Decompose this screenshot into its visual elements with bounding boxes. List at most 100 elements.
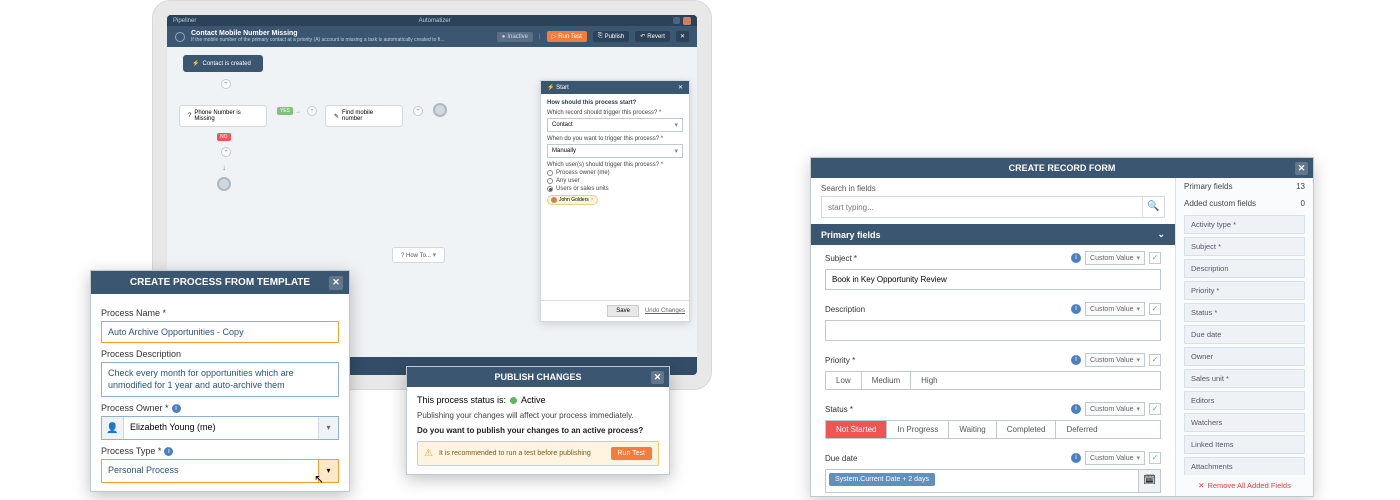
status-completed[interactable]: Completed — [997, 421, 1057, 438]
sidebar-field-item[interactable]: Due date — [1184, 325, 1305, 344]
custom-value-select[interactable]: Custom Value ▾ — [1085, 402, 1145, 416]
close-icon[interactable]: ✕ — [1295, 162, 1308, 175]
confirm-icon[interactable]: ✓ — [1149, 303, 1161, 315]
publish-changes-modal: PUBLISH CHANGES ✕ This process status is… — [406, 366, 670, 475]
radio-users-units[interactable]: Users or sales units — [547, 186, 683, 192]
sidebar-field-item[interactable]: Priority * — [1184, 281, 1305, 300]
radio-process-owner[interactable]: Process owner (me) — [547, 170, 683, 176]
status-value: Active — [521, 395, 546, 405]
process-desc-input[interactable]: Check every month for opportunities whic… — [101, 362, 339, 397]
start-question: How should this process start? — [547, 100, 683, 106]
process-owner-select[interactable]: 👤 Elizabeth Young (me) ▾ — [101, 416, 339, 440]
custom-value-select[interactable]: Custom Value ▾ — [1085, 353, 1145, 367]
status-deferred[interactable]: Deferred — [1056, 421, 1107, 438]
sidebar-field-item[interactable]: Watchers — [1184, 413, 1305, 432]
sidebar-field-item[interactable]: Subject * — [1184, 237, 1305, 256]
publish-modal-header: PUBLISH CHANGES ✕ — [407, 367, 669, 387]
trigger-user-label: Which user(s) should trigger this proces… — [547, 162, 683, 168]
crf-title: CREATE RECORD FORM — [1009, 163, 1116, 173]
process-type-select[interactable]: Personal Process ▾ ↖ — [101, 459, 339, 483]
custom-value-select[interactable]: Custom Value ▾ — [1085, 302, 1145, 316]
description-label: Description — [825, 305, 865, 314]
trigger-record-select[interactable]: Contact▾ — [547, 118, 683, 132]
undo-changes-link[interactable]: Undo Changes — [645, 308, 685, 314]
create-process-modal: CREATE PROCESS FROM TEMPLATE ✕ Process N… — [90, 270, 350, 492]
confirm-icon[interactable]: ✓ — [1149, 252, 1161, 264]
section-primary-fields[interactable]: Primary fields ⌄ — [811, 224, 1175, 245]
search-icon[interactable]: 🔍 — [1142, 197, 1164, 217]
custom-value-select[interactable]: Custom Value ▾ — [1085, 251, 1145, 265]
description-input[interactable] — [825, 320, 1161, 341]
publish-button[interactable]: ⎘ Publish — [593, 31, 630, 42]
end-node[interactable] — [433, 103, 447, 117]
run-test-button[interactable]: Run Test — [611, 447, 653, 460]
save-button[interactable]: Save — [607, 305, 639, 317]
sidebar-field-item[interactable]: Sales unit * — [1184, 369, 1305, 388]
confirm-icon[interactable]: ✓ — [1149, 452, 1161, 464]
status-segmented[interactable]: Not Started In Progress Waiting Complete… — [825, 420, 1161, 439]
priority-high[interactable]: High — [911, 372, 947, 389]
warning-icon: ⚠ — [424, 448, 433, 459]
end-node[interactable] — [217, 177, 231, 191]
yes-branch: YES — [277, 107, 293, 115]
action-node[interactable]: ✎ Find mobile number — [325, 105, 403, 127]
sidebar-field-item[interactable]: Owner — [1184, 347, 1305, 366]
priority-low[interactable]: Low — [826, 372, 862, 389]
close-icon: ✕ — [1198, 481, 1204, 490]
priority-medium[interactable]: Medium — [862, 372, 911, 389]
subject-label: Subject * — [825, 254, 857, 263]
info-icon[interactable]: i — [172, 404, 181, 413]
user-chip[interactable]: John Golders × — [547, 195, 598, 205]
info-icon[interactable]: i — [1071, 253, 1081, 263]
subject-input[interactable] — [825, 269, 1161, 290]
add-step-button[interactable]: + — [413, 106, 423, 116]
info-icon[interactable]: i — [1071, 453, 1081, 463]
run-test-button[interactable]: ▷ Run Test — [547, 31, 587, 42]
condition-node[interactable]: ? Phone Number is Missing — [179, 105, 267, 127]
due-date-input[interactable]: System.Current Date + 2 days 🗓 — [825, 469, 1161, 493]
status-in-progress[interactable]: In Progress — [887, 421, 949, 438]
calendar-icon[interactable]: 🗓 — [1138, 470, 1160, 492]
search-input[interactable] — [822, 197, 1142, 217]
gear-icon[interactable] — [175, 32, 185, 42]
close-icon[interactable]: ✕ — [329, 276, 343, 290]
sidebar-field-item[interactable]: Activity type * — [1184, 215, 1305, 234]
trigger-when-label: When do you want to trigger this process… — [547, 136, 683, 142]
priority-segmented[interactable]: Low Medium High — [825, 371, 1161, 390]
confirm-icon[interactable]: ✓ — [1149, 403, 1161, 415]
howto-button[interactable]: ? How To... ▾ — [392, 247, 445, 263]
sidebar-field-item[interactable]: Status * — [1184, 303, 1305, 322]
close-icon[interactable]: ✕ — [678, 84, 683, 91]
info-icon[interactable]: i — [1071, 304, 1081, 314]
inactive-button[interactable]: ● Inactive — [497, 32, 533, 42]
header-row: Contact Mobile Number Missing If the mob… — [167, 26, 697, 47]
status-waiting[interactable]: Waiting — [949, 421, 996, 438]
info-icon[interactable]: i — [1071, 355, 1081, 365]
status-not-started[interactable]: Not Started — [826, 421, 887, 438]
close-icon[interactable]: ✕ — [651, 371, 664, 384]
info-icon[interactable]: i — [1071, 404, 1081, 414]
close-button[interactable]: ✕ — [676, 31, 689, 42]
radio-any-user[interactable]: Any user — [547, 178, 683, 184]
process-name-input[interactable] — [101, 321, 339, 343]
revert-button[interactable]: ↶ Revert — [635, 31, 670, 42]
add-step-button[interactable]: + — [221, 79, 231, 89]
add-step-button[interactable]: + — [221, 147, 231, 157]
sidebar-field-item[interactable]: Linked Items — [1184, 435, 1305, 454]
avatar[interactable] — [683, 17, 691, 25]
grid-icon[interactable] — [673, 17, 680, 24]
info-icon[interactable]: i — [164, 447, 173, 456]
start-panel-header: ⚡ Start ✕ — [541, 81, 689, 94]
custom-value-select[interactable]: Custom Value ▾ — [1085, 451, 1145, 465]
confirm-icon[interactable]: ✓ — [1149, 354, 1161, 366]
date-chip[interactable]: System.Current Date + 2 days — [829, 473, 935, 486]
trigger-when-select[interactable]: Manually▾ — [547, 144, 683, 158]
sidebar-field-item[interactable]: Attachments — [1184, 457, 1305, 475]
add-step-button[interactable]: + — [307, 106, 317, 116]
sidebar-field-item[interactable]: Editors — [1184, 391, 1305, 410]
trigger-record-label: Which record should trigger this process… — [547, 110, 683, 116]
remove-all-fields-link[interactable]: ✕ Remove All Added Fields — [1176, 475, 1313, 496]
status-label: Status * — [825, 405, 853, 414]
start-node[interactable]: ⚡ Contact is created — [183, 55, 263, 72]
sidebar-field-item[interactable]: Description — [1184, 259, 1305, 278]
